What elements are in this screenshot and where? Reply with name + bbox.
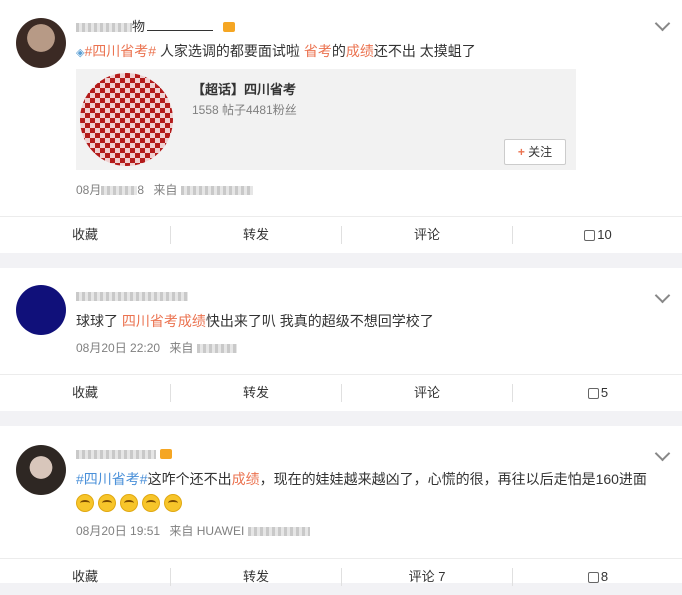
post-card: 物 ◈#四川省考# 人家选调的都要面试啦 省考的成绩还不出 太摸蛆了 【超话】四… (0, 0, 682, 253)
chevron-down-icon[interactable] (654, 445, 671, 462)
avatar[interactable] (16, 285, 66, 335)
action-bar: 收藏 转发 评论 7 8 (0, 558, 682, 595)
repost-button[interactable]: 转发 (171, 559, 341, 595)
follow-button[interactable]: + 关注 (504, 139, 566, 165)
super-topic-image (80, 73, 173, 166)
action-bar: 收藏 转发 评论 5 (0, 374, 682, 411)
collect-button[interactable]: 收藏 (0, 559, 170, 595)
like-button[interactable]: 5 (513, 375, 682, 411)
timestamp-source: 08月20日 22:20 来自 (76, 339, 237, 356)
avatar[interactable] (16, 18, 66, 68)
timestamp-source: 08月20日 19:51 来自 HUAWEI (76, 522, 310, 539)
avatar[interactable] (16, 445, 66, 495)
emoji-row (76, 494, 186, 517)
cry-laugh-emoji-icon (142, 494, 160, 512)
cry-laugh-emoji-icon (76, 494, 94, 512)
cry-laugh-emoji-icon (98, 494, 116, 512)
like-button[interactable]: 8 (513, 559, 682, 595)
comment-button[interactable]: 评论 (342, 217, 512, 253)
repost-button[interactable]: 转发 (171, 375, 341, 411)
action-bar: 收藏 转发 评论 10 (0, 216, 682, 253)
username[interactable] (76, 288, 188, 303)
cry-laugh-emoji-icon (164, 494, 182, 512)
comment-text: #四川省考#这咋个还不出成绩，现在的娃娃越来越凶了，心慌的很，再往以后走怕是16… (76, 471, 647, 487)
thumbs-up-icon (587, 572, 599, 583)
chevron-down-icon[interactable] (654, 15, 671, 32)
cry-laugh-emoji-icon (120, 494, 138, 512)
plus-icon: + (517, 145, 525, 159)
repost-button[interactable]: 转发 (171, 217, 341, 253)
like-button[interactable]: 10 (513, 217, 682, 253)
keyword-link[interactable]: 成绩 (232, 471, 260, 487)
comment-button[interactable]: 评论 (342, 375, 512, 411)
topic-link[interactable]: 四川省考成绩 (122, 313, 206, 329)
username[interactable] (76, 446, 172, 461)
timestamp-source: 08月 8 来自 (76, 181, 253, 198)
keyword-link[interactable]: 成绩 (346, 43, 374, 59)
chevron-down-icon[interactable] (654, 287, 671, 304)
super-topic-card[interactable]: 【超话】四川省考 1558 帖子4481粉丝 + 关注 (76, 69, 576, 170)
post-card: #四川省考#这咋个还不出成绩，现在的娃娃越来越凶了，心慌的很，再往以后走怕是16… (0, 426, 682, 586)
comment-text: 球球了 四川省考成绩快出来了叭 我真的超级不想回学校了 (76, 313, 434, 329)
post-card: 球球了 四川省考成绩快出来了叭 我真的超级不想回学校了 08月20日 22:20… (0, 268, 682, 411)
collect-button[interactable]: 收藏 (0, 217, 170, 253)
comment-button[interactable]: 评论 7 (342, 559, 512, 595)
vip-crown-icon (222, 22, 235, 32)
topic-link[interactable]: #四川省考# (76, 471, 148, 487)
super-topic-stats: 1558 帖子4481粉丝 (192, 103, 297, 117)
keyword-link[interactable]: 省考 (304, 43, 332, 59)
username[interactable]: 物 (76, 16, 235, 35)
topic-link[interactable]: #四川省考# (84, 43, 156, 59)
thumbs-up-icon (587, 388, 599, 399)
collect-button[interactable]: 收藏 (0, 375, 170, 411)
vip-badge-icon (159, 449, 172, 459)
thumbs-up-icon (584, 230, 596, 241)
comment-text: ◈#四川省考# 人家选调的都要面试啦 省考的成绩还不出 太摸蛆了 (76, 43, 476, 59)
super-topic-title[interactable]: 【超话】四川省考 (192, 79, 296, 98)
